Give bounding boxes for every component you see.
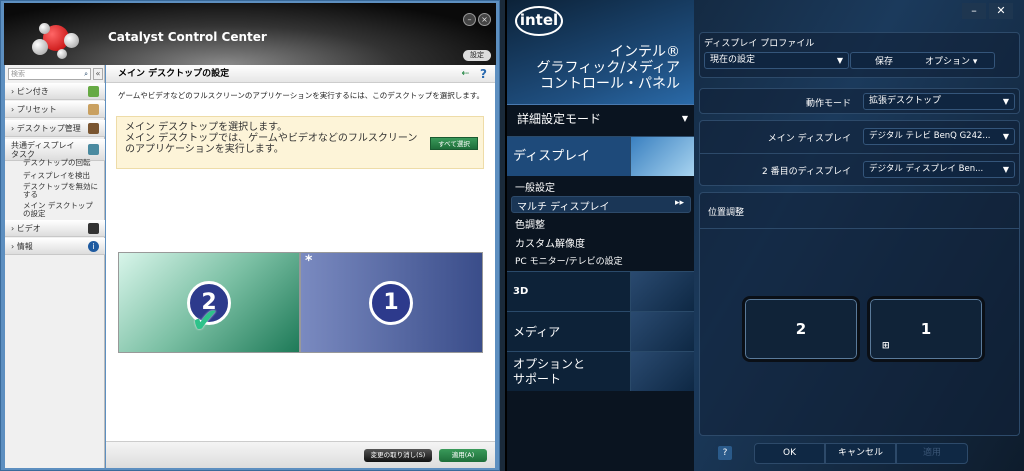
checkmark-icon: ✔ — [191, 301, 220, 341]
close-button[interactable]: ✕ — [989, 3, 1013, 19]
subnav-pc-monitor-tv[interactable]: PC モニター/テレビの設定 — [515, 254, 623, 267]
search-placeholder: 検索 — [11, 70, 25, 78]
subnav-color[interactable]: 色調整 — [515, 216, 545, 231]
intel-nav: intel インテル® グラフィック/メディア コントロール・パネル 詳細設定モード… — [507, 0, 694, 471]
page-title: メイン デスクトップの設定 ⇠ ? — [106, 65, 495, 83]
title-bar: Catalyst Control Center – × 設定 — [4, 3, 496, 65]
chevron-down-icon: ▼ — [1002, 165, 1009, 174]
mode-dropdown[interactable]: 詳細設定モード ▼ — [507, 108, 694, 130]
subitem-main-desktop[interactable]: メイン デスクトップの設定 — [23, 202, 99, 218]
position-panel: 位置調整 2 1 ⊞ — [699, 192, 1020, 436]
search-input[interactable]: 検索 ⌕ — [8, 68, 91, 80]
help-icon[interactable]: ? — [480, 65, 487, 83]
monitors-icon — [630, 137, 694, 176]
close-button[interactable]: × — [478, 13, 491, 26]
catalyst-window: Catalyst Control Center – × 設定 検索 ⌕ « › ピ… — [0, 0, 500, 471]
chevron-down-icon: ▼ — [1002, 97, 1009, 106]
operation-mode-panel: 動作モード 拡張デスクトップ ▼ — [699, 88, 1020, 114]
intel-window: intel インテル® グラフィック/メディア コントロール・パネル 詳細設定モード… — [505, 0, 1024, 471]
info-line: メイン デスクトップを選択します。 — [125, 122, 288, 133]
camcorder-icon — [630, 312, 694, 351]
nav-media[interactable]: メディア — [507, 311, 694, 351]
nav-display[interactable]: ディスプレイ — [507, 136, 694, 176]
profile-panel: ディスプレイ プロファイル 現在の設定 ▼ 保存 オプション ▾ — [699, 32, 1020, 78]
apply-button[interactable]: 適用(A) — [439, 449, 487, 462]
search-icon: ⌕ — [84, 70, 88, 78]
sidebar: 検索 ⌕ « › ピン付き › プリセット › デスクトップ管理 共通ディスプレイ… — [5, 65, 105, 468]
display-task-icon — [88, 144, 99, 155]
nav-3d[interactable]: 3D — [507, 271, 694, 311]
catalyst-logo-icon — [29, 15, 89, 61]
monitor-2-tile[interactable]: 2 ✔ — [118, 252, 300, 353]
sidebar-item-pinned[interactable]: › ピン付き — [5, 83, 105, 100]
info-box: メイン デスクトップを選択します。 メイン デスクトップでは、ゲームやビデオなど… — [116, 116, 484, 169]
save-button[interactable]: 保存 — [875, 54, 893, 67]
sidebar-item-info[interactable]: › 情報 i — [5, 238, 105, 255]
second-display-label: 2 番目のディスプレイ — [762, 167, 851, 177]
operation-mode-label: 動作モード — [805, 99, 851, 109]
sidebar-item-desktop-management[interactable]: › デスクトップ管理 — [5, 120, 105, 137]
minimize-button[interactable]: – — [463, 13, 476, 26]
collapse-sidebar-button[interactable]: « — [93, 68, 103, 80]
description: ゲームやビデオなどのフルスクリーンのアプリケーションを実行するには、このデスクト… — [118, 91, 484, 100]
settings-button[interactable]: 設定 — [463, 50, 491, 61]
help-tools-icon — [630, 352, 694, 391]
pin-icon[interactable]: ⇠ — [461, 65, 469, 83]
current-main-marker: * — [305, 253, 313, 269]
sidebar-item-video[interactable]: › ビデオ — [5, 220, 105, 237]
chevron-down-icon: ▼ — [1002, 132, 1009, 141]
chevron-down-icon: ▼ — [836, 56, 843, 65]
main-panel: メイン デスクトップの設定 ⇠ ? ゲームやビデオなどのフルスクリーンのアプリケ… — [106, 65, 495, 468]
desktop-icon — [88, 123, 99, 134]
display-select-panel: メイン ディスプレイ デジタル テレビ BenQ G242... ▼ 2 番目のデ… — [699, 120, 1020, 186]
intel-content: – ✕ ディスプレイ プロファイル 現在の設定 ▼ 保存 オプション ▾ 動作モー… — [699, 0, 1024, 471]
monitor-1-tile[interactable]: * 1 — [300, 252, 483, 353]
cancel-button[interactable]: キャンセル — [825, 443, 896, 464]
footer: 変更の取り消し(S) 適用(A) — [106, 441, 495, 468]
apply-button[interactable]: 適用 — [896, 443, 968, 464]
subitem-rotate[interactable]: デスクトップの回転 — [23, 159, 91, 167]
display-1-tile[interactable]: 1 ⊞ — [867, 296, 985, 362]
3d-shapes-icon — [630, 272, 694, 311]
nav-options-support[interactable]: オプションと サポート — [507, 351, 694, 391]
subnav-general[interactable]: 一般設定 — [515, 179, 555, 194]
minimize-button[interactable]: – — [962, 3, 986, 19]
profile-label: ディスプレイ プロファイル — [704, 39, 815, 49]
chevron-down-icon: ▼ — [681, 114, 688, 123]
ok-button[interactable]: OK — [754, 443, 825, 464]
display-2-tile[interactable]: 2 — [742, 296, 860, 362]
sidebar-item-presets[interactable]: › プリセット — [5, 101, 105, 118]
subitem-disable[interactable]: デスクトップを無効にする — [23, 183, 103, 199]
options-button[interactable]: オプション ▾ — [925, 54, 977, 67]
discard-changes-button[interactable]: 変更の取り消し(S) — [364, 449, 432, 462]
intel-header: intel インテル® グラフィック/メディア コントロール・パネル — [507, 0, 694, 105]
monitor-number-badge: 1 — [369, 281, 413, 325]
profile-dropdown[interactable]: 現在の設定 ▼ — [704, 52, 849, 69]
position-label: 位置調整 — [708, 208, 745, 218]
operation-mode-dropdown[interactable]: 拡張デスクトップ ▼ — [863, 93, 1015, 110]
double-arrow-icon: ▸▸ — [674, 198, 684, 208]
app-title: Catalyst Control Center — [108, 30, 267, 44]
video-camera-icon — [88, 223, 99, 234]
windows-logo-icon: ⊞ — [882, 341, 890, 351]
subitem-detect[interactable]: ディスプレイを検出 — [23, 172, 90, 180]
second-display-dropdown[interactable]: デジタル ディスプレイ Ben... ▼ — [863, 161, 1015, 178]
main-display-dropdown[interactable]: デジタル テレビ BenQ G242... ▼ — [863, 128, 1015, 145]
intel-logo: intel — [515, 6, 563, 36]
preset-icon — [88, 104, 99, 115]
subnav-custom-resolution[interactable]: カスタム解像度 — [515, 235, 585, 250]
info-icon: i — [88, 241, 99, 252]
app-title: インテル® グラフィック/メディア コントロール・パネル — [536, 44, 680, 92]
pin-icon — [88, 86, 99, 97]
main-display-label: メイン ディスプレイ — [767, 134, 851, 144]
select-all-button[interactable]: すべて選択 — [430, 137, 478, 150]
subnav-multi-display[interactable]: マルチ ディスプレイ ▸▸ — [511, 196, 691, 213]
help-button[interactable]: ? — [718, 446, 732, 460]
